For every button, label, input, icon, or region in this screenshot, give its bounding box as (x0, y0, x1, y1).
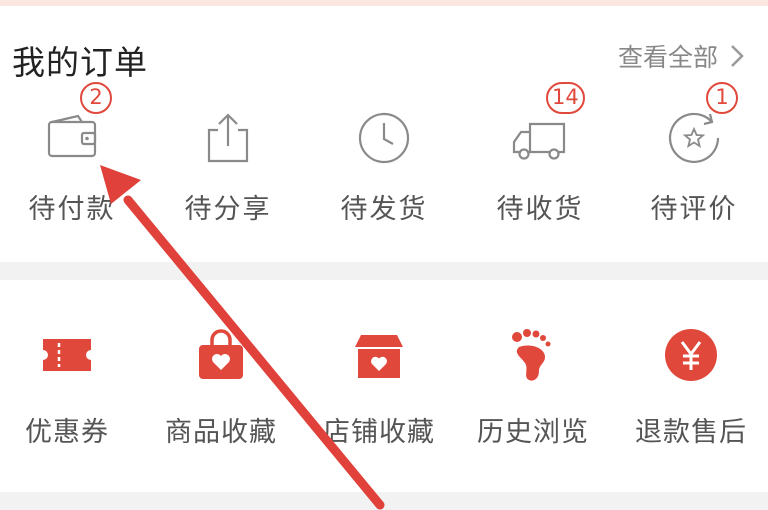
order-pending-payment[interactable]: 2 待付款 (2, 82, 142, 236)
order-pending-receipt[interactable]: 14 待收货 (470, 82, 610, 236)
store-favorites-label: 店铺收藏 (323, 417, 435, 448)
tool-coupons[interactable]: 优惠券 (0, 280, 142, 492)
pending-receipt-badge: 14 (546, 82, 585, 114)
tool-browsing-history[interactable]: 历史浏览 (458, 280, 608, 492)
footprint-icon (512, 329, 551, 381)
order-pending-review[interactable]: 1 待评价 (624, 82, 764, 236)
pending-shipment-label: 待发货 (340, 194, 428, 225)
store-heart-icon (355, 335, 403, 378)
clock-icon (358, 112, 410, 164)
truck-icon (512, 122, 566, 160)
tool-product-favorites[interactable]: 商品收藏 (146, 280, 296, 492)
order-pending-shipment[interactable]: 待发货 (314, 86, 454, 236)
section-divider (0, 262, 768, 280)
order-pending-share[interactable]: 待分享 (158, 86, 298, 236)
refund-aftersale-label: 退款售后 (635, 417, 747, 448)
product-favorites-label: 商品收藏 (165, 417, 277, 448)
browsing-history-label: 历史浏览 (477, 417, 589, 448)
order-status-row: 2 待付款 待分享 待发货 14 待收货 1 待评价 (0, 82, 768, 236)
orders-title: 我的订单 (12, 43, 148, 82)
view-all-orders-link[interactable]: 查看全部 (618, 38, 746, 74)
shortcuts-section: 优惠券 商品收藏 店铺收藏 历史浏览 退款售后 (0, 280, 768, 492)
pending-receipt-label: 待收货 (496, 194, 584, 225)
yen-icon (665, 329, 717, 381)
review-icon (668, 112, 720, 163)
chevron-right-icon (731, 45, 744, 67)
pending-payment-label: 待付款 (28, 194, 116, 225)
pending-share-label: 待分享 (184, 194, 272, 225)
pending-review-label: 待评价 (650, 194, 738, 225)
tool-refund-aftersale[interactable]: 退款售后 (616, 280, 766, 492)
my-orders-section: 我的订单 查看全部 2 待付款 待分享 待发货 14 待收货 1 待评价 (0, 6, 768, 262)
orders-header: 我的订单 查看全部 (0, 6, 768, 86)
bag-heart-icon (199, 329, 243, 379)
pending-payment-badge: 2 (80, 82, 112, 114)
tool-store-favorites[interactable]: 店铺收藏 (304, 280, 454, 492)
share-icon (207, 113, 249, 163)
coupon-icon (43, 339, 91, 371)
coupons-label: 优惠券 (25, 417, 109, 448)
wallet-icon (47, 114, 97, 158)
pending-review-badge: 1 (706, 82, 738, 114)
view-all-label: 查看全部 (617, 43, 718, 72)
bottom-divider (0, 492, 768, 510)
